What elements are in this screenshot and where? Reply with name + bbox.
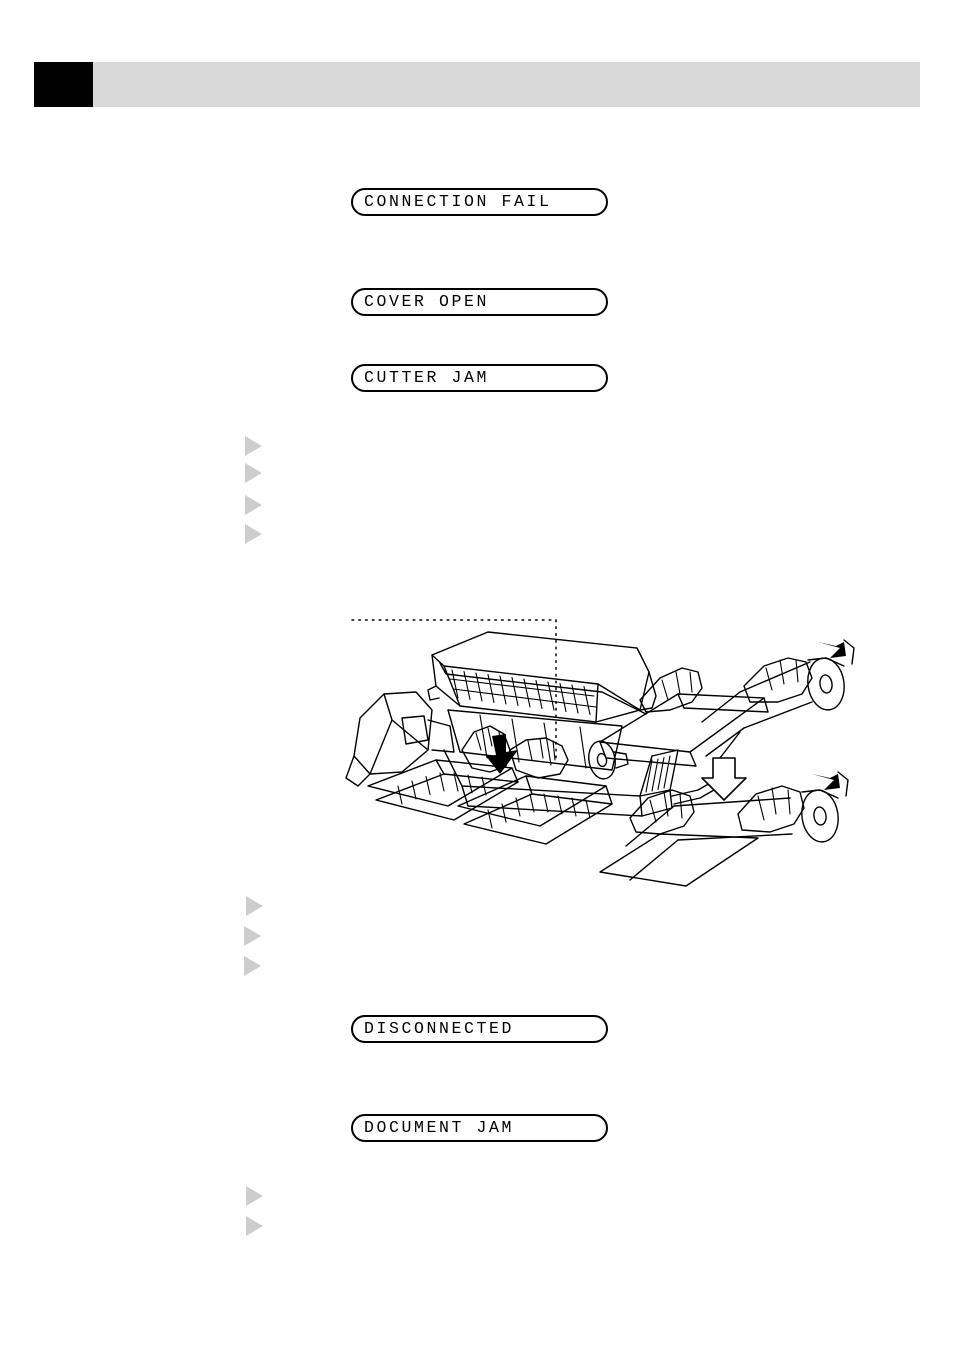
lcd-message-disconnected: DISCONNECTED [351, 1015, 608, 1043]
lcd-message-cutter-jam: CUTTER JAM [351, 364, 608, 392]
manual-page: CONNECTION FAIL COVER OPEN CUTTER JAM DI… [0, 0, 954, 1348]
lcd-message-text: DISCONNECTED [364, 1019, 515, 1038]
step-bullet-icon [246, 896, 263, 916]
rotate-arrow-icon [812, 774, 840, 790]
page-header [34, 62, 920, 107]
step-bullet-icon [244, 956, 261, 976]
step-bullet-icon [245, 463, 262, 483]
chapter-number [34, 62, 93, 107]
header-title-bar [93, 62, 920, 107]
step-bullet-icon [246, 1186, 263, 1206]
rotate-arrow-icon [818, 642, 846, 658]
lcd-message-text: COVER OPEN [364, 292, 490, 311]
lcd-message-text: DOCUMENT JAM [364, 1118, 515, 1137]
cutter-jam-figure [340, 600, 860, 890]
step-bullet-icon [245, 436, 262, 456]
step-bullet-icon [245, 495, 262, 515]
fax-machine-illustration [345, 631, 741, 845]
lcd-message-text: CONNECTION FAIL [364, 192, 552, 211]
step-bullet-icon [244, 926, 261, 946]
chapter-number-swatch [34, 62, 93, 107]
lcd-message-document-jam: DOCUMENT JAM [351, 1114, 608, 1142]
figure-linework [345, 619, 855, 887]
lcd-message-connection-fail: CONNECTION FAIL [351, 188, 608, 216]
lcd-message-cover-open: COVER OPEN [351, 288, 608, 316]
paper-roll-before-illustration [599, 639, 855, 767]
step-bullet-icon [245, 524, 262, 544]
step-bullet-icon [246, 1216, 263, 1236]
lcd-message-text: CUTTER JAM [364, 368, 490, 387]
